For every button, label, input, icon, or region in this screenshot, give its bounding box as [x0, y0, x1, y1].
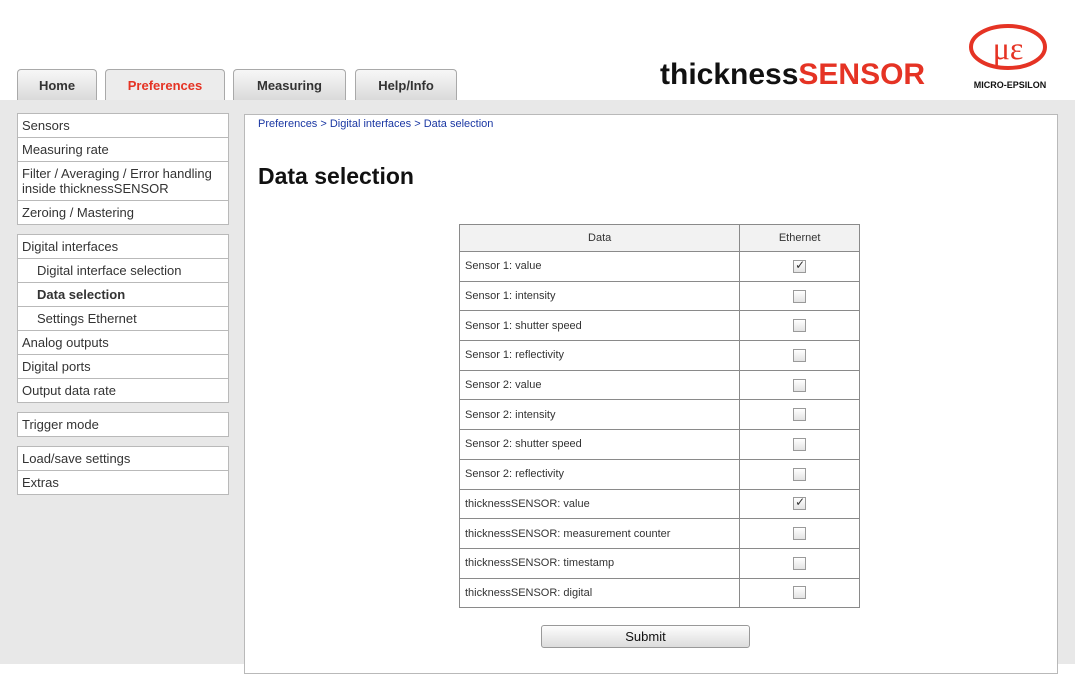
- tab-home[interactable]: Home: [17, 69, 97, 100]
- tab-preferences[interactable]: Preferences: [105, 69, 225, 100]
- ethernet-checkbox[interactable]: [793, 527, 807, 541]
- ethernet-cell: [739, 518, 860, 549]
- tab-measuring[interactable]: Measuring: [233, 69, 346, 100]
- page-title: Data selection: [258, 163, 414, 189]
- table-body: Sensor 1: valueSensor 1: intensitySensor…: [458, 251, 860, 609]
- row-label: thicknessSENSOR: digital: [458, 577, 741, 609]
- ethernet-cell: [739, 577, 860, 609]
- row-label: thicknessSENSOR: measurement counter: [458, 518, 741, 549]
- table-row: thicknessSENSOR: measurement counter: [458, 518, 860, 549]
- row-label: thicknessSENSOR: timestamp: [458, 547, 741, 579]
- sidebar-item-digital-ports[interactable]: Digital ports: [17, 354, 229, 379]
- table-row: Sensor 2: shutter speed: [458, 429, 860, 460]
- sidebar-item-extras[interactable]: Extras: [17, 470, 229, 495]
- row-label: Sensor 2: intensity: [458, 399, 741, 431]
- table-row: Sensor 1: reflectivity: [458, 340, 860, 371]
- row-label: Sensor 1: intensity: [458, 280, 741, 312]
- ethernet-checkbox[interactable]: [793, 378, 807, 392]
- ethernet-cell: [739, 458, 860, 490]
- row-label: Sensor 2: value: [458, 369, 741, 401]
- sidebar-item-load-save-settings[interactable]: Load/save settings: [17, 446, 229, 471]
- ethernet-cell: [739, 340, 860, 371]
- breadcrumb-path[interactable]: Preferences > Digital interfaces > Data …: [258, 118, 493, 130]
- ethernet-cell: [739, 429, 860, 460]
- table-row: Sensor 2: intensity: [458, 399, 860, 431]
- row-label: Sensor 2: shutter speed: [458, 429, 741, 460]
- data-selection-table: Data Ethernet Sensor 1: valueSensor 1: i…: [458, 224, 860, 609]
- ethernet-cell: [739, 280, 860, 312]
- sidebar-item-trigger-mode[interactable]: Trigger mode: [17, 412, 229, 437]
- ethernet-cell: [739, 399, 860, 431]
- sidebar-group-interfaces: Digital interfaces Digital interface sel…: [17, 234, 229, 403]
- svg-text:με: με: [993, 30, 1024, 66]
- sidebar-item-sensors[interactable]: Sensors: [17, 113, 229, 138]
- ethernet-checkbox[interactable]: [793, 348, 807, 362]
- ethernet-checkbox[interactable]: [793, 408, 807, 422]
- row-label: Sensor 2: reflectivity: [458, 458, 741, 490]
- sidebar-item-analog-outputs[interactable]: Analog outputs: [17, 330, 229, 355]
- ethernet-checkbox[interactable]: [793, 289, 807, 303]
- row-label: Sensor 1: shutter speed: [458, 310, 741, 342]
- sidebar-item-measuring-rate[interactable]: Measuring rate: [17, 137, 229, 162]
- row-label: Sensor 1: value: [458, 251, 741, 282]
- header: Home Preferences Measuring Help/Info thi…: [0, 0, 1075, 100]
- table-row: thicknessSENSOR: value: [458, 488, 860, 520]
- ethernet-checkbox[interactable]: [793, 495, 807, 511]
- ethernet-cell: [739, 369, 860, 401]
- ethernet-checkbox[interactable]: [793, 586, 807, 600]
- main-panel: Preferences > Digital interfaces > Data …: [244, 114, 1058, 674]
- breadcrumb: Preferences > Digital interfaces > Data …: [258, 118, 493, 130]
- column-header-ethernet: Ethernet: [739, 224, 860, 252]
- sidebar-group-settings: Load/save settings Extras: [17, 446, 229, 495]
- ethernet-checkbox[interactable]: [793, 556, 807, 570]
- ethernet-cell: [739, 251, 860, 282]
- sidebar-item-filter-averaging[interactable]: Filter / Averaging / Error handling insi…: [17, 161, 229, 201]
- ethernet-checkbox[interactable]: [793, 258, 807, 273]
- row-label: thicknessSENSOR: value: [458, 488, 741, 520]
- logo-prefix: thickness: [660, 58, 799, 91]
- sidebar-item-output-data-rate[interactable]: Output data rate: [17, 378, 229, 403]
- ethernet-checkbox[interactable]: [793, 437, 807, 451]
- row-label: Sensor 1: reflectivity: [458, 340, 741, 371]
- sidebar-item-settings-ethernet[interactable]: Settings Ethernet: [17, 306, 229, 331]
- ethernet-checkbox[interactable]: [793, 467, 807, 481]
- sidebar-item-digital-interface-selection[interactable]: Digital interface selection: [17, 258, 229, 283]
- sidebar-group-sensors: Sensors Measuring rate Filter / Averagin…: [17, 113, 229, 225]
- sidebar-group-trigger: Trigger mode: [17, 412, 229, 437]
- sidebar-item-zeroing-mastering[interactable]: Zeroing / Mastering: [17, 200, 229, 225]
- sidebar-item-digital-interfaces[interactable]: Digital interfaces: [17, 234, 229, 259]
- product-logo: thicknessSENSOR: [660, 58, 925, 92]
- ethernet-cell: [739, 310, 860, 342]
- ethernet-checkbox[interactable]: [793, 319, 807, 333]
- table-row: Sensor 1: intensity: [458, 280, 860, 312]
- tab-help-info[interactable]: Help/Info: [355, 69, 457, 100]
- table-row: thicknessSENSOR: digital: [458, 577, 860, 609]
- sidebar: Sensors Measuring rate Filter / Averagin…: [17, 113, 229, 505]
- table-row: Sensor 2: value: [458, 369, 860, 401]
- table-row: Sensor 2: reflectivity: [458, 458, 860, 490]
- submit-button[interactable]: Submit: [541, 625, 750, 648]
- brand-name: MICRO-EPSILON: [973, 80, 1047, 90]
- column-header-data: Data: [458, 224, 741, 252]
- sidebar-item-data-selection[interactable]: Data selection: [17, 282, 229, 307]
- ethernet-cell: [739, 547, 860, 579]
- table-row: Sensor 1: shutter speed: [458, 310, 860, 342]
- table-row: Sensor 1: value: [458, 251, 860, 282]
- table-header-row: Data Ethernet: [458, 224, 860, 252]
- page-frame: Sensors Measuring rate Filter / Averagin…: [0, 100, 1075, 674]
- logo-accent: SENSOR: [798, 58, 926, 91]
- table-row: thicknessSENSOR: timestamp: [458, 547, 860, 579]
- ethernet-cell: [739, 488, 860, 520]
